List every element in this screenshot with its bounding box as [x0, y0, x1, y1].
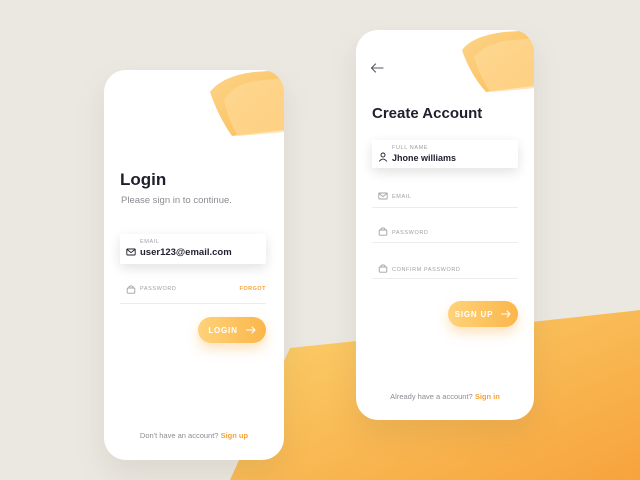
password-label: PASSWORD: [140, 286, 177, 292]
email-label: EMAIL: [140, 239, 160, 245]
signup-screen: Create Account FULL NAME Jhone williams …: [356, 30, 534, 420]
page-title: Login: [120, 170, 167, 189]
corner-decoration: [210, 70, 284, 136]
password-field[interactable]: PASSWORD: [372, 216, 518, 243]
login-button-label: LOGIN: [208, 325, 238, 335]
email-value: user123@email.com: [140, 247, 232, 258]
user-icon: [378, 152, 388, 162]
arrow-right-icon: [501, 310, 511, 318]
forgot-password-link[interactable]: FORGOT: [239, 286, 266, 292]
background-orange-shape: [230, 310, 640, 480]
lock-icon: [378, 227, 388, 236]
lock-icon: [126, 285, 136, 294]
confirm-password-field[interactable]: CONFIRM PASSWORD: [372, 252, 518, 279]
mail-icon: [378, 192, 388, 200]
arrow-right-icon: [245, 326, 256, 334]
full-name-value: Jhone williams: [392, 153, 457, 163]
signin-link[interactable]: Sign in: [475, 392, 500, 401]
email-label: EMAIL: [392, 194, 412, 200]
signup-button[interactable]: SIGN UP: [448, 301, 518, 327]
password-label: PASSWORD: [392, 230, 429, 236]
email-field[interactable]: EMAIL user123@email.com: [120, 234, 266, 264]
signup-link[interactable]: Sign up: [221, 431, 249, 440]
signin-prompt-text: Already have a account?: [390, 392, 473, 401]
back-arrow-icon[interactable]: [370, 62, 384, 74]
lock-icon: [378, 264, 388, 273]
mail-icon: [126, 248, 136, 256]
confirm-password-label: CONFIRM PASSWORD: [392, 267, 461, 273]
email-field[interactable]: EMAIL: [372, 182, 518, 208]
signin-prompt: Already have a account? Sign in: [356, 392, 534, 401]
login-button[interactable]: LOGIN: [198, 317, 266, 343]
signup-button-label: SIGN UP: [454, 309, 494, 319]
page-subtitle: Please sign in to continue.: [121, 195, 232, 206]
full-name-field[interactable]: FULL NAME Jhone williams: [372, 140, 518, 168]
password-field[interactable]: PASSWORD FORGOT: [120, 276, 266, 304]
signup-prompt: Don't have an account? Sign up: [104, 431, 284, 440]
page-title: Create Account: [372, 105, 483, 122]
corner-decoration: [462, 30, 534, 92]
full-name-label: FULL NAME: [392, 145, 429, 151]
signup-prompt-text: Don't have an account?: [139, 431, 219, 440]
login-screen: Login Please sign in to continue. EMAIL …: [104, 70, 284, 460]
